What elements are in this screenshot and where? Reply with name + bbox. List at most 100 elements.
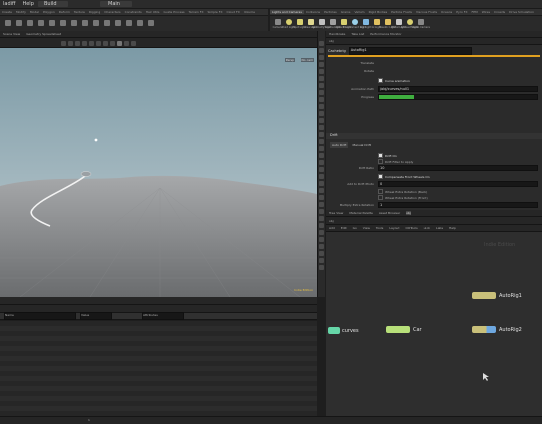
shelf-tab[interactable]: Guide Process <box>161 10 186 14</box>
network-menu-item[interactable]: Add <box>329 226 335 230</box>
network-editor[interactable]: Indie Edition AutoRig1 AutoRig2 curves C… <box>326 232 542 424</box>
network-menu-item[interactable]: Go <box>353 226 357 230</box>
display-option-button[interactable] <box>319 160 324 165</box>
display-option-button[interactable] <box>319 209 324 214</box>
sky-light-tool[interactable]: Sky Light <box>360 18 371 29</box>
shelf-tab[interactable]: Vellum <box>352 10 366 14</box>
shelf-tab[interactable]: Hair Utils <box>144 10 162 14</box>
display-option-button[interactable] <box>319 132 324 137</box>
timeline[interactable]: 1 <box>0 416 542 424</box>
shelf-tab[interactable]: Pyro FX <box>454 10 469 14</box>
shelf-tool-button[interactable] <box>2 20 13 27</box>
progress-bar[interactable] <box>378 94 538 100</box>
viewport-3d[interactable]: Persp No cam Indie Edition <box>0 48 317 297</box>
shelf-tab[interactable]: Create <box>0 10 14 14</box>
tab-performance-monitor[interactable]: Performance Monitor <box>370 32 401 36</box>
display-option-button[interactable] <box>319 244 324 249</box>
camera-menu[interactable]: No cam <box>300 58 314 62</box>
display-option-button[interactable] <box>319 76 324 81</box>
shelf-tab[interactable]: Simple FX <box>206 10 225 14</box>
shelf-tab[interactable]: Texture <box>72 10 87 14</box>
shelf-tab[interactable]: Polygon <box>41 10 57 14</box>
display-option-button[interactable] <box>319 251 324 256</box>
node-autorig1[interactable]: AutoRig1 <box>472 292 522 299</box>
toolbar-button[interactable] <box>68 41 73 46</box>
display-option-button[interactable] <box>319 146 324 151</box>
display-option-button[interactable] <box>319 62 324 67</box>
shelf-tool-button[interactable] <box>46 20 57 27</box>
toolbar-button[interactable] <box>89 41 94 46</box>
network-menu-item[interactable]: OOTools <box>406 226 418 230</box>
shelf-tab[interactable]: Collisions <box>304 10 322 14</box>
tab-scene-view[interactable]: Scene View <box>3 32 20 36</box>
shelf-tool-button[interactable] <box>145 20 156 27</box>
drift-on-toggle[interactable]: Drift On <box>378 153 397 158</box>
shelf-tab[interactable]: Grains <box>339 10 353 14</box>
stereo-camera-tool[interactable]: Stereo Camera <box>411 18 430 29</box>
display-option-button[interactable] <box>319 265 324 270</box>
shelf-tool-button[interactable] <box>90 20 101 27</box>
wheel-extra-front-toggle[interactable]: Wheel Extra Rotation (Front) <box>378 195 428 200</box>
persp-menu[interactable]: Persp <box>284 58 295 62</box>
shelf-tab[interactable]: Cloud FX <box>225 10 242 14</box>
display-option-button[interactable] <box>319 118 324 123</box>
display-option-button[interactable] <box>319 55 324 60</box>
toolbar-button[interactable] <box>75 41 80 46</box>
display-option-button[interactable] <box>319 167 324 172</box>
shelf-tool-button[interactable] <box>101 20 112 27</box>
shelf-tab[interactable]: Characters <box>102 10 122 14</box>
name-column-header[interactable]: Name <box>4 312 76 320</box>
environment-light-tool[interactable]: Environment Light <box>343 18 366 29</box>
menu-item[interactable]: ladiff <box>3 1 15 7</box>
shelf-tab[interactable]: Crowds <box>492 10 507 14</box>
tab-auto-drift[interactable]: Auto Drift <box>330 142 349 148</box>
display-option-button[interactable] <box>319 111 324 116</box>
tab-take-list[interactable]: Take List <box>351 32 364 36</box>
toolbar-button[interactable] <box>96 41 101 46</box>
display-option-button[interactable] <box>319 104 324 109</box>
display-option-button[interactable] <box>319 153 324 158</box>
shelf-tab[interactable]: Viscous Fluids <box>414 10 439 14</box>
shelf-tool-button[interactable] <box>24 20 35 27</box>
wheel-extra-back-toggle[interactable]: Wheel Extra Rotation (Back) <box>378 189 427 194</box>
display-option-button[interactable] <box>319 202 324 207</box>
display-option-button[interactable] <box>319 48 324 53</box>
shelf-tab[interactable]: Particle Fluids <box>389 10 414 14</box>
tab-tree-view[interactable]: Tree View <box>329 211 343 215</box>
add-to-drift-field[interactable]: 0 <box>378 181 538 187</box>
shelf-tool-button[interactable] <box>123 20 134 27</box>
shelf-tab[interactable]: Wires <box>480 10 492 14</box>
display-option-button[interactable] <box>319 216 324 221</box>
network-menu-item[interactable]: ul-lk <box>424 226 430 230</box>
display-option-button[interactable] <box>319 90 324 95</box>
section-drift[interactable]: Drift <box>326 133 542 139</box>
toolbar-button[interactable] <box>61 41 66 46</box>
shelf-tab[interactable]: Rigid Bodies <box>367 10 390 14</box>
display-option-button[interactable] <box>319 237 324 242</box>
shelf-tab-active[interactable]: Lights and Cameras <box>270 10 304 14</box>
display-option-button[interactable] <box>319 195 324 200</box>
drift-filter-toggle[interactable]: Drift Filter to Apply <box>378 159 413 164</box>
shelf-tab[interactable]: Deform <box>57 10 72 14</box>
node-car[interactable]: Car <box>386 326 422 333</box>
display-option-button[interactable] <box>319 83 324 88</box>
shelf-tab[interactable]: Rigging <box>87 10 102 14</box>
toolbar-button[interactable] <box>124 41 129 46</box>
tab-asset-browser[interactable]: Asset Browser <box>379 211 400 215</box>
tab-geometry-spreadsheet[interactable]: Geometry Spreadsheet <box>26 32 61 36</box>
toolbar-button[interactable] <box>103 41 108 46</box>
display-option-button[interactable] <box>319 41 324 46</box>
toolbar-button[interactable] <box>131 41 136 46</box>
shelf-tab[interactable]: Constraints <box>123 10 144 14</box>
display-option-button[interactable] <box>319 174 324 179</box>
drift-ratio-field[interactable]: 10 <box>378 165 538 171</box>
shelf-tab[interactable]: Modify <box>14 10 28 14</box>
shelf-tab[interactable]: Drive Simulation <box>507 10 536 14</box>
tab-material-palette[interactable]: Material Palette <box>349 211 373 215</box>
tab-manual-drift[interactable]: Manual Drift <box>350 142 372 148</box>
node-name-field[interactable]: AutoRig1 <box>348 46 472 55</box>
shelf-tab[interactable]: Model <box>28 10 41 14</box>
display-option-button[interactable] <box>319 125 324 130</box>
shelf-tab[interactable]: Volume <box>242 10 257 14</box>
network-menu-item[interactable]: Help <box>449 226 456 230</box>
